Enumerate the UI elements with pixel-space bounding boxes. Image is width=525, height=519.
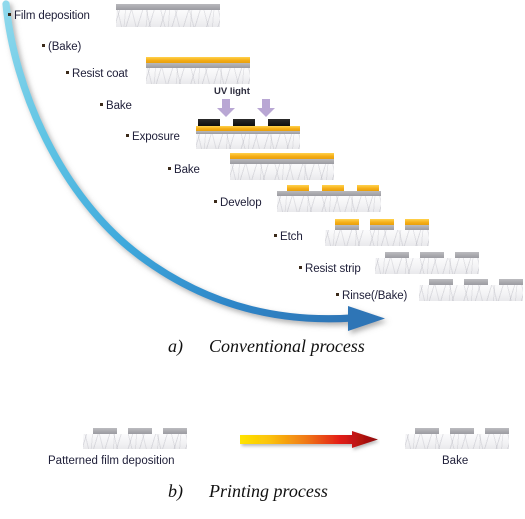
layer-substrate	[230, 164, 334, 180]
stack-bake-after-exposure	[230, 153, 334, 180]
step-label-etch: Etch	[274, 231, 303, 243]
resist-film-islands-row	[325, 219, 429, 230]
step-label-bake-3: Bake	[168, 164, 200, 176]
caption-panel-b: b) Printing process	[168, 481, 328, 502]
step-label-exposure: Exposure	[126, 131, 180, 143]
mask-bar	[198, 119, 220, 126]
photolithography-process-figure: Film deposition (Bake) Resist coat Bake …	[0, 0, 525, 519]
step-label-resist-strip: Resist strip	[299, 263, 361, 275]
mask-bar	[233, 119, 255, 126]
heat-gradient-arrow-icon	[240, 431, 378, 448]
caption-text-b: Printing process	[209, 481, 328, 501]
step-label-resist-coat: Resist coat	[66, 68, 128, 80]
step-label-bake-1: (Bake)	[42, 41, 81, 53]
step-label-rinse-bake: Rinse(/Bake)	[336, 290, 407, 302]
photomask-row	[196, 119, 300, 126]
caption-panel-a: a) Conventional process	[168, 336, 365, 357]
bullet-icon	[299, 266, 302, 270]
stack-rinse-bake	[419, 279, 523, 301]
uv-light-label: UV light	[214, 86, 250, 97]
print-label-patterned-film-deposition: Patterned film deposition	[48, 455, 175, 467]
caption-letter-a: a)	[168, 336, 183, 356]
step-label-develop: Develop	[214, 197, 262, 209]
resist-on-film-island	[335, 219, 359, 230]
print-label-bake: Bake	[442, 455, 469, 467]
resist-on-film-island	[405, 219, 429, 230]
stack-etch	[325, 219, 429, 246]
stack-resist-strip	[375, 252, 479, 274]
layer-substrate	[116, 10, 220, 27]
layer-substrate	[146, 68, 250, 84]
bullet-icon	[42, 44, 45, 48]
caption-letter-b: b)	[168, 481, 183, 501]
layer-substrate	[375, 258, 479, 274]
stack-develop	[277, 185, 381, 212]
bullet-icon	[168, 167, 171, 171]
bullet-icon	[100, 103, 103, 107]
step-label-bake-2: Bake	[100, 100, 132, 112]
bullet-icon	[274, 234, 277, 238]
stack-exposure	[196, 119, 300, 149]
uv-light-arrow-icon	[217, 99, 235, 117]
layer-substrate	[405, 434, 509, 449]
bullet-icon	[214, 200, 217, 204]
stack-patterned-film-deposition	[83, 428, 187, 449]
bullet-icon	[126, 134, 129, 138]
stack-resist-coat	[146, 57, 250, 84]
stack-bake-printing	[405, 428, 509, 449]
step-label-film-deposition: Film deposition	[8, 10, 90, 22]
caption-text-a: Conventional process	[209, 336, 365, 356]
layer-substrate	[277, 196, 381, 212]
bullet-icon	[336, 293, 339, 297]
mask-bar	[268, 119, 290, 126]
bullet-icon	[8, 13, 11, 17]
layer-substrate	[419, 285, 523, 301]
stack-film-deposition	[116, 4, 220, 27]
layer-substrate	[196, 134, 300, 149]
layer-substrate	[83, 434, 187, 449]
uv-light-arrow-icon	[257, 99, 275, 117]
layer-substrate	[325, 230, 429, 246]
bullet-icon	[66, 71, 69, 75]
resist-on-film-island	[370, 219, 394, 230]
